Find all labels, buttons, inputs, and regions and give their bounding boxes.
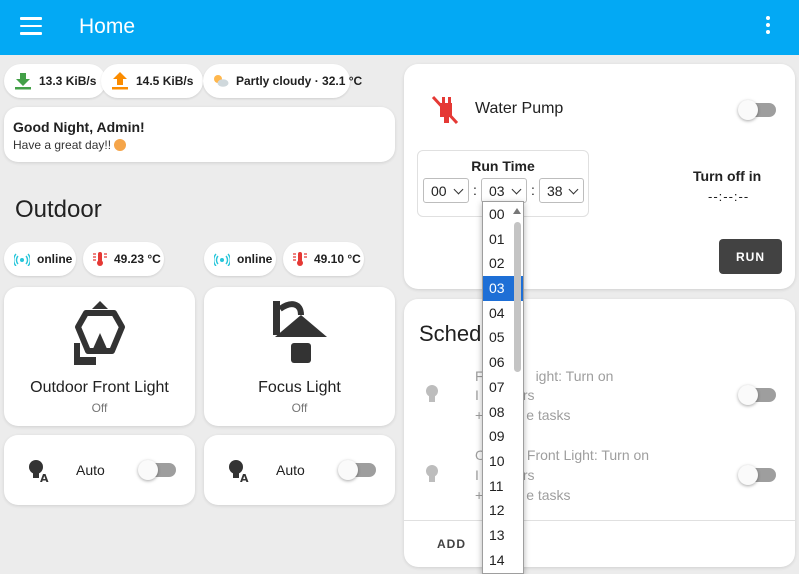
schedule-item-1-title: ight: Turn on <box>535 368 614 384</box>
menu-icon[interactable] <box>20 17 42 37</box>
schedule-item-2-title: Front Light: Turn on <box>526 447 650 463</box>
status-value-1: online <box>37 252 73 266</box>
divider <box>404 520 795 521</box>
light-card-focus[interactable]: Focus Light Off <box>204 287 395 426</box>
thermometer-icon <box>93 252 107 266</box>
scroll-up-arrow-icon[interactable] <box>513 208 521 214</box>
download-speed-chip[interactable]: 13.3 KiB/s <box>4 64 107 98</box>
auto-mode-card-2: A Auto <box>204 435 395 505</box>
svg-text:A: A <box>240 472 249 483</box>
greeting-subtitle: Have a great day!! <box>13 138 112 152</box>
light-name-focus: Focus Light <box>258 379 341 396</box>
download-speed-value: 13.3 KiB/s <box>39 74 97 88</box>
dropdown-option[interactable]: 08 <box>483 400 523 425</box>
svg-text:A: A <box>40 472 49 483</box>
water-pump-card: Water Pump Run Time 00 : 03 : 38 Turn of… <box>404 64 795 289</box>
pump-name: Water Pump <box>475 100 564 117</box>
schedule-item-2-subtitle: rs <box>522 467 535 483</box>
schedule-card: Sched Fight: Turn on Irs + e tasks O Front… <box>404 299 795 567</box>
temperature-value-2: 49.10 °C <box>314 252 361 266</box>
bulb-icon <box>426 385 438 402</box>
bulb-icon <box>426 465 438 482</box>
bulb-auto-icon: A <box>229 460 249 483</box>
upload-icon <box>112 72 128 90</box>
time-separator: : <box>473 182 477 198</box>
run-time-title: Run Time <box>471 158 535 174</box>
auto-label-1: Auto <box>76 462 105 478</box>
minutes-select[interactable]: 03 <box>481 178 527 203</box>
partly-cloudy-icon <box>214 75 229 87</box>
wifi-signal-icon <box>214 253 230 266</box>
minutes-dropdown-list[interactable]: 00 01 02 03 04 05 06 07 08 09 10 11 12 13 14 <box>482 201 524 574</box>
dropdown-option[interactable]: 11 <box>483 474 523 499</box>
light-state-outdoor-front: Off <box>91 401 108 415</box>
dropdown-option[interactable]: 10 <box>483 449 523 474</box>
wall-lamp-icon <box>272 301 327 363</box>
schedule-item-1-tasks: e tasks <box>526 407 571 423</box>
status-chip-1[interactable]: online <box>4 242 76 276</box>
dropdown-option[interactable]: 09 <box>483 424 523 449</box>
weather-value: Partly cloudy · 32.1 °C <box>236 74 363 88</box>
greeting-card: Good Night, Admin! Have a great day!! <box>4 107 395 162</box>
schedule-item-2-tasks: e tasks <box>526 487 571 503</box>
schedule-item-1-subtitle: rs <box>522 387 535 403</box>
turn-off-countdown: --:--:-- <box>708 189 750 204</box>
light-card-outdoor-front[interactable]: Outdoor Front Light Off <box>4 287 195 426</box>
app-header: Home <box>0 0 799 55</box>
turn-off-title: Turn off in <box>693 168 762 184</box>
light-name-outdoor-front: Outdoor Front Light <box>30 379 169 396</box>
smile-emoji-icon <box>114 139 127 151</box>
dropdown-option[interactable]: 14 <box>483 548 523 573</box>
run-button[interactable]: RUN <box>719 239 782 274</box>
dropdown-option[interactable]: 13 <box>483 523 523 548</box>
schedule-toggle-2[interactable] <box>738 465 776 485</box>
temperature-chip-2[interactable]: 49.10 °C <box>283 242 364 276</box>
hours-select[interactable]: 00 <box>423 178 469 203</box>
light-state-focus: Off <box>291 401 308 415</box>
dropdown-scrollbar[interactable] <box>514 222 521 372</box>
schedule-title: Sched <box>419 321 482 346</box>
wifi-signal-icon <box>14 253 30 266</box>
schedule-toggle-1[interactable] <box>738 385 776 405</box>
status-value-2: online <box>237 252 273 266</box>
dropdown-option[interactable]: 12 <box>483 498 523 523</box>
auto-label-2: Auto <box>276 462 305 478</box>
chevron-down-icon <box>568 184 579 195</box>
pump-toggle[interactable] <box>738 100 776 120</box>
pump-off-icon <box>431 95 459 125</box>
upload-speed-chip[interactable]: 14.5 KiB/s <box>101 64 204 98</box>
time-separator: : <box>531 182 535 198</box>
bulb-auto-icon: A <box>29 460 49 483</box>
add-schedule-button[interactable]: ADD <box>437 537 466 551</box>
greeting-title: Good Night, Admin! <box>13 119 145 135</box>
temperature-chip-1[interactable]: 49.23 °C <box>83 242 164 276</box>
dropdown-option[interactable]: 07 <box>483 375 523 400</box>
chevron-down-icon <box>453 184 464 195</box>
status-chip-2[interactable]: online <box>204 242 276 276</box>
upload-speed-value: 14.5 KiB/s <box>136 74 194 88</box>
thermometer-icon <box>293 252 307 266</box>
page-title: Home <box>79 15 136 38</box>
temperature-value-1: 49.23 °C <box>114 252 161 266</box>
seconds-select[interactable]: 38 <box>539 178 584 203</box>
more-options-icon[interactable] <box>762 16 774 38</box>
auto-mode-card-1: A Auto <box>4 435 195 505</box>
chevron-down-icon <box>511 184 522 195</box>
outdoor-lamp-icon <box>73 301 125 365</box>
auto-toggle-1[interactable] <box>138 460 176 480</box>
section-title-outdoor: Outdoor <box>15 196 102 223</box>
auto-toggle-2[interactable] <box>338 460 376 480</box>
download-icon <box>15 73 31 90</box>
weather-chip[interactable]: Partly cloudy · 32.1 °C <box>203 64 362 98</box>
